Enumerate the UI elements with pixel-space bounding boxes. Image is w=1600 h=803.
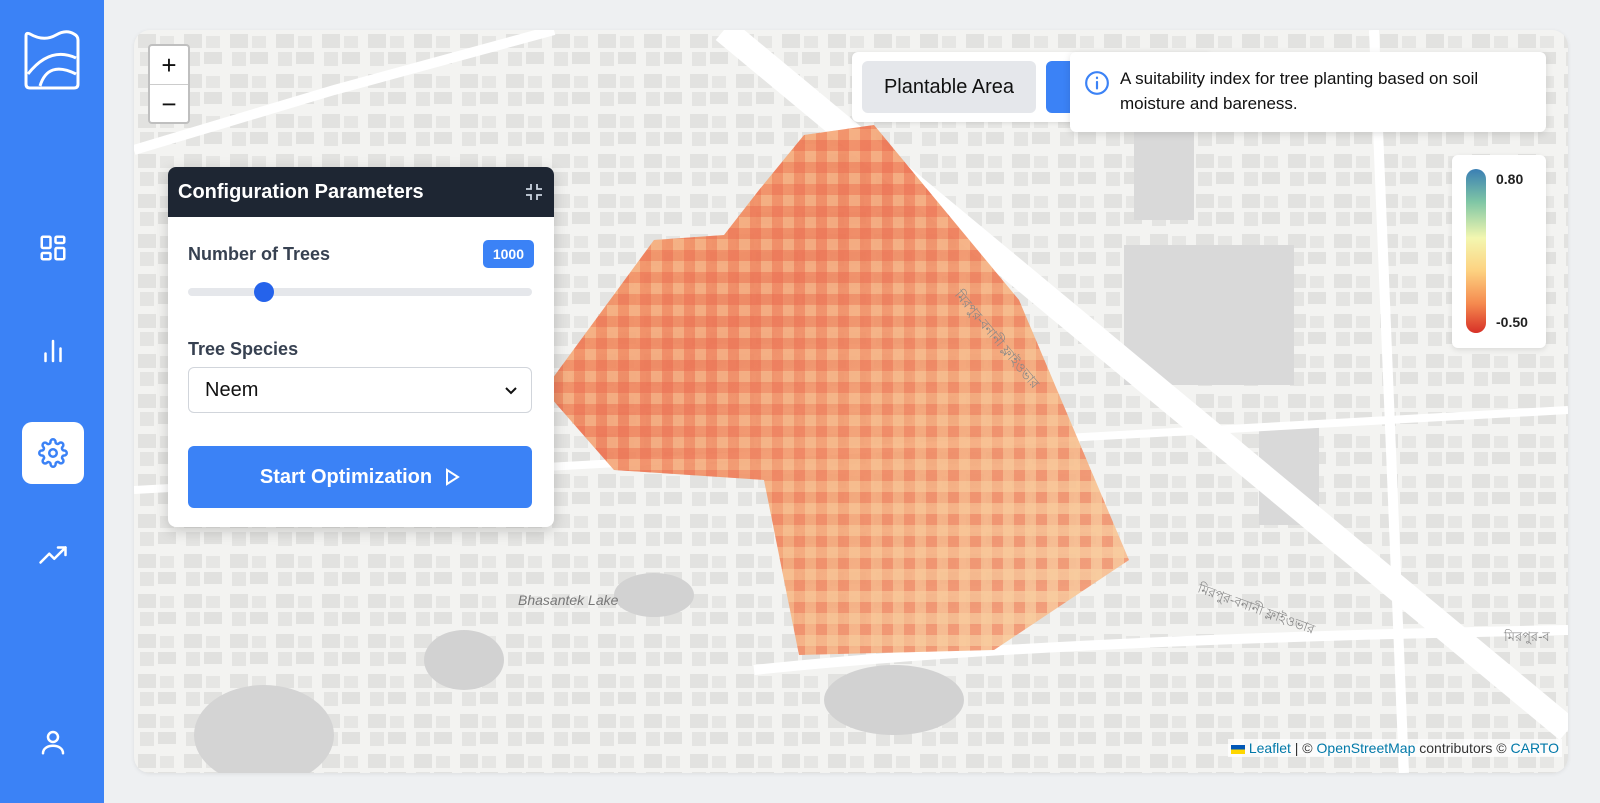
leaflet-link[interactable]: Leaflet xyxy=(1249,740,1291,756)
map-label-lake: Bhasantek Lake xyxy=(518,592,619,608)
species-selected: Neem xyxy=(205,378,259,401)
play-icon xyxy=(446,468,460,486)
map-label-road: মিরপুর-ব xyxy=(1504,629,1550,644)
attribution-separator: | © xyxy=(1294,740,1313,756)
config-title: Configuration Parameters xyxy=(178,180,424,203)
legend-min: -0.50 xyxy=(1496,314,1528,330)
gear-icon xyxy=(38,438,68,468)
map-lake xyxy=(424,630,504,690)
zoom-control: + − xyxy=(148,44,190,124)
species-select[interactable]: Neem xyxy=(188,367,532,413)
trending-up-icon xyxy=(39,546,67,564)
attribution-contributors: contributors © xyxy=(1419,740,1507,756)
app-logo-icon xyxy=(24,30,80,90)
zoom-out-button[interactable]: − xyxy=(150,85,188,123)
sidebar-item-trends[interactable] xyxy=(22,524,84,586)
chevron-down-icon xyxy=(505,387,517,395)
config-panel: Configuration Parameters Number of Trees… xyxy=(168,167,554,527)
map-lake xyxy=(824,665,964,735)
species-label: Tree Species xyxy=(188,339,299,359)
sidebar-item-profile[interactable] xyxy=(22,711,84,773)
trees-label: Number of Trees xyxy=(188,244,331,264)
start-optimization-label: Start Optimization xyxy=(259,465,433,488)
start-optimization-button[interactable]: Start Optimization xyxy=(188,446,532,508)
bar-chart-icon xyxy=(44,339,62,363)
osm-link[interactable]: OpenStreetMap xyxy=(1317,740,1416,756)
map-attribution: Leaflet | © OpenStreetMap contributors ©… xyxy=(1227,739,1562,757)
map-building xyxy=(1134,125,1194,220)
legend-max: 0.80 xyxy=(1496,171,1524,187)
zoom-in-button[interactable]: + xyxy=(150,46,188,85)
config-header: Configuration Parameters xyxy=(168,167,554,217)
map-lake xyxy=(614,573,694,617)
info-icon xyxy=(1085,71,1109,95)
tooltip-text: A suitability index for tree planting ba… xyxy=(1120,69,1479,113)
user-icon xyxy=(41,730,65,755)
legend-gradient xyxy=(1466,169,1486,333)
sidebar-item-settings[interactable] xyxy=(22,422,84,484)
plantable-area-button[interactable]: Plantable Area xyxy=(862,61,1036,113)
slider-thumb[interactable] xyxy=(253,282,274,302)
carto-link[interactable]: CARTO xyxy=(1511,740,1560,756)
dashboard-icon xyxy=(40,235,66,261)
color-legend: 0.80 -0.50 xyxy=(1452,155,1546,348)
layer-tooltip: A suitability index for tree planting ba… xyxy=(1070,52,1546,132)
ukraine-flag-icon xyxy=(1230,744,1245,754)
trees-slider[interactable] xyxy=(188,282,532,302)
trees-value-badge: 1000 xyxy=(482,240,534,268)
sidebar-item-dashboard[interactable] xyxy=(22,217,84,279)
map-building xyxy=(1124,245,1294,385)
collapse-icon[interactable] xyxy=(524,182,544,202)
sidebar xyxy=(0,0,104,803)
sidebar-item-analytics[interactable] xyxy=(22,320,84,382)
